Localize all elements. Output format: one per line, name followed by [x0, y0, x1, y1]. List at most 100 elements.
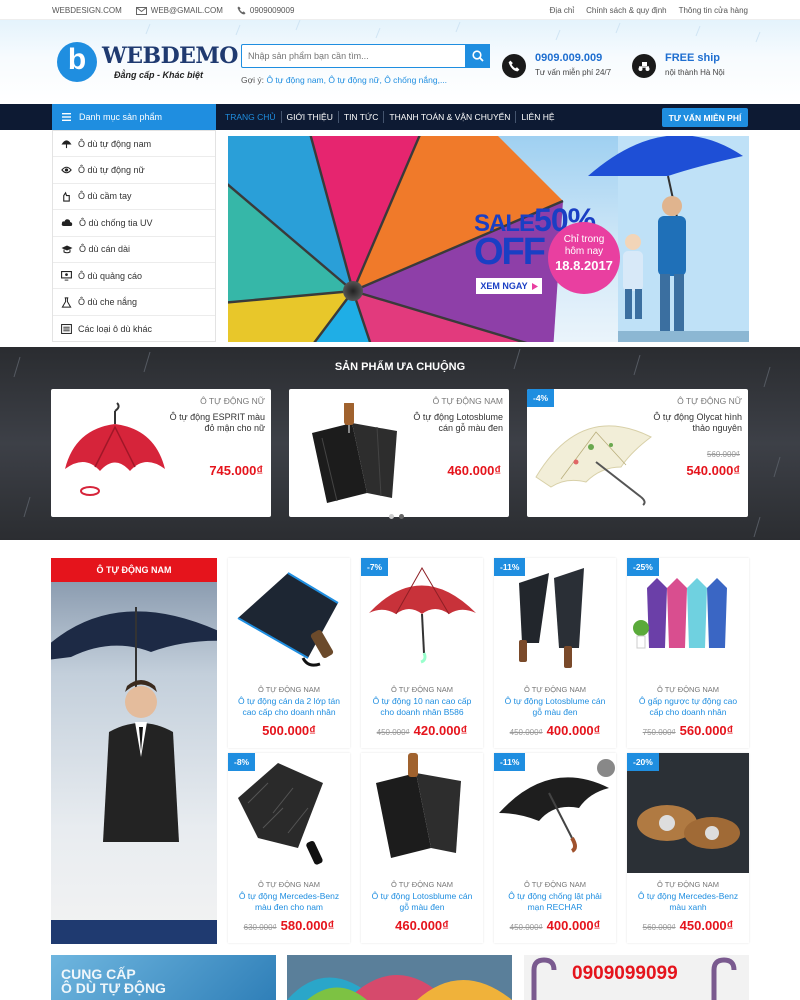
search-box	[241, 44, 490, 68]
sidebar-item-advertising[interactable]: Ô dù quảng cáo	[53, 263, 215, 290]
eye-icon	[61, 166, 72, 174]
sidebar-item-label: Ô dù quảng cáo	[78, 270, 143, 281]
sidebar-item-label: Ô dù tự động nam	[78, 138, 152, 149]
nav-news[interactable]: TIN TỨC	[339, 111, 385, 123]
product-category: Ô TỰ ĐỘNG NAM	[656, 685, 720, 694]
product-card[interactable]: -11% Ô TỰ ĐỘNG NAM Ô tự động Lotosblume cá…	[494, 558, 616, 748]
top-link-store-info[interactable]: Thông tin cửa hàng	[679, 6, 748, 15]
promo-circle: Chỉ trong hôm nay 18.8.2017	[548, 222, 620, 294]
sidebar-item-uv[interactable]: Ô dù chống tia UV	[53, 210, 215, 237]
umbrella-icon	[61, 140, 72, 148]
product-image[interactable]	[361, 558, 483, 678]
discount-badge: -20%	[627, 753, 659, 771]
promo-line1: Chỉ trong	[563, 234, 605, 245]
top-link-policy[interactable]: Chính sách & quy định	[586, 6, 667, 15]
product-name[interactable]: Ô tự động Lotosblume cán gỗ màu đen	[407, 412, 503, 434]
hint-link-male[interactable]: Ô tự động nam,	[266, 75, 326, 85]
product-name[interactable]: Ô tự động Lotosblume cán gỗ màu đen	[499, 696, 611, 718]
phone-icon	[237, 6, 246, 15]
phone-contact[interactable]: 0909009009	[237, 6, 294, 15]
product-image[interactable]	[494, 558, 616, 678]
sidebar-item-others[interactable]: Các loại ô dù khác	[53, 316, 215, 342]
product-card[interactable]: -25% Ô TỰ ĐỘNG NAM Ô gấp ngược tự động cao…	[627, 558, 749, 748]
product-name[interactable]: Ô tự động Olycat hình thảo nguyên	[646, 412, 742, 434]
product-name[interactable]: Ô tự động Lotosblume cán gỗ màu đen	[366, 891, 478, 913]
sidebar-item-sunshade[interactable]: Ô dù che nắng	[53, 289, 215, 316]
hint-link-sun[interactable]: Ô chống nắng,...	[384, 75, 447, 85]
product-name[interactable]: Ô tự động Mercedes-Benz màu xanh	[632, 891, 744, 913]
section-title[interactable]: Ô TỰ ĐỘNG NAM	[51, 558, 217, 582]
sidebar-item-handheld[interactable]: Ô dù cầm tay	[53, 184, 215, 211]
nav-about[interactable]: GIỚI THIỆU	[282, 111, 339, 123]
hero-banner[interactable]: SALE50% OFF Chỉ trong hôm nay 18.8.2017 …	[228, 136, 749, 342]
carousel-dot[interactable]	[389, 514, 394, 519]
product-price: 540.000₫	[686, 463, 740, 478]
product-name[interactable]: Ô tự động 10 nan cao cấp cho doanh nhân …	[366, 696, 478, 718]
category-menu-toggle[interactable]: Danh mục sản phẩm	[52, 104, 216, 130]
logo-text[interactable]: WEBDEMO	[102, 43, 238, 69]
promo-date: 18.8.2017	[555, 258, 613, 273]
product-image[interactable]	[228, 558, 350, 678]
product-name[interactable]: Ô tự động ESPRIT màu đỏ mận cho nữ	[169, 412, 265, 434]
product-image[interactable]	[494, 753, 616, 873]
main-nav: Danh mục sản phẩm TRANG CHỦ GIỚI THIỆU T…	[0, 104, 800, 130]
product-card[interactable]: -20% Ô TỰ ĐỘNG NAM Ô tự động Mercedes-Benz…	[627, 753, 749, 943]
search-input[interactable]	[242, 45, 462, 67]
phone-icon	[502, 54, 526, 78]
hint-label: Gợi ý:	[241, 75, 265, 85]
top-link-address[interactable]: Địa chỉ	[550, 6, 574, 15]
graduation-icon	[61, 245, 73, 253]
popular-title: SẢN PHẨM ƯA CHUỘNG	[334, 361, 466, 373]
product-image[interactable]	[361, 753, 483, 873]
supply-banner[interactable]: CUNG CẤP Ô DÙ TỰ ĐỘNG	[51, 955, 276, 1000]
product-price: 460.000₫	[447, 463, 501, 478]
search-icon	[471, 50, 484, 62]
popular-card[interactable]: -4% Ô TỰ ĐỘNG NỮ Ô tự động Olycat hình t…	[527, 389, 748, 517]
sidebar-item-female-auto[interactable]: Ô dù tự động nữ	[53, 157, 215, 184]
product-card[interactable]: -11% Ô TỰ ĐỘNG NAM Ô tự động chống lật phả…	[494, 753, 616, 943]
product-category: Ô TỰ ĐỘNG NAM	[523, 880, 587, 889]
product-name[interactable]: Ô tự động cán da 2 lớp tán cao cấp cho d…	[233, 696, 345, 718]
delivery-icon	[632, 54, 656, 78]
product-name[interactable]: Ô gấp ngược tự động cao cấp cho doanh nh…	[632, 696, 744, 718]
search-button[interactable]	[465, 44, 490, 68]
hotline-banner[interactable]: 0909099099	[524, 955, 749, 1000]
nav-menu: TRANG CHỦ GIỚI THIỆU TIN TỨC THANH TOÁN …	[220, 104, 560, 130]
product-card[interactable]: Ô TỰ ĐỘNG NAM Ô tự động Lotosblume cán gỗ…	[361, 753, 483, 943]
hand-icon	[63, 191, 70, 202]
product-category: Ô TỰ ĐỘNG NỮ	[200, 396, 265, 406]
nav-payment-shipping[interactable]: THANH TOÁN & VẬN CHUYỂN	[384, 111, 517, 123]
carousel-dot[interactable]	[399, 514, 404, 519]
flask-icon	[61, 296, 72, 308]
product-price: 560.000₫	[679, 723, 734, 738]
free-consult-button[interactable]: TƯ VẤN MIỄN PHÍ	[662, 108, 748, 127]
view-now-button[interactable]: XEM NGAY	[476, 278, 542, 294]
header: b WEBDEMO Đẳng cấp - Khác biệt Gợi ý: Ô …	[0, 20, 800, 104]
nav-home[interactable]: TRANG CHỦ	[220, 111, 282, 123]
category-banner[interactable]: Ô TỰ ĐỘNG NAM	[51, 558, 217, 944]
product-image[interactable]	[228, 753, 350, 873]
free-ship-subtext: nội thành Hà Nội	[665, 68, 725, 77]
logo-mark[interactable]: b	[57, 42, 97, 82]
hint-link-female[interactable]: Ô tự động nữ,	[328, 75, 381, 85]
product-image[interactable]	[627, 753, 749, 873]
product-card[interactable]: -7% Ô TỰ ĐỘNG NAM Ô tự động 10 nan cao cấp…	[361, 558, 483, 748]
product-image[interactable]	[627, 558, 749, 678]
supply-line1: CUNG CẤP	[61, 966, 136, 982]
product-card[interactable]: Ô TỰ ĐỘNG NAM Ô tự động cán da 2 lớp tán …	[228, 558, 350, 748]
product-card[interactable]: -8% Ô TỰ ĐỘNG NAM Ô tự động Mercedes-Benz …	[228, 753, 350, 943]
hotline-banner-phone: 0909099099	[572, 963, 678, 984]
product-name[interactable]: Ô tự động chống lật phải mạn RECHAR	[499, 891, 611, 913]
umbrellas-banner[interactable]	[287, 955, 512, 1000]
sidebar-item-label: Ô dù chống tia UV	[79, 217, 153, 228]
popular-card[interactable]: Ô TỰ ĐỘNG NAM Ô tự động Lotosblume cán g…	[289, 389, 509, 517]
product-price: 420.000₫	[413, 723, 468, 738]
nav-contact[interactable]: LIÊN HỆ	[516, 111, 559, 123]
email-contact[interactable]: WEB@GMAIL.COM	[135, 6, 223, 15]
sidebar-item-label: Ô dù tự động nữ	[78, 165, 145, 176]
product-prices: 450.000₫ 420.000₫	[361, 723, 483, 738]
sidebar-item-male-auto[interactable]: Ô dù tự động nam	[53, 131, 215, 158]
product-name[interactable]: Ô tự động Mercedes-Benz màu đen cho nam	[233, 891, 345, 913]
sidebar-item-long-handle[interactable]: Ô dù cán dài	[53, 237, 215, 263]
popular-card[interactable]: Ô TỰ ĐỘNG NỮ Ô tự động ESPRIT màu đỏ mận…	[51, 389, 271, 517]
